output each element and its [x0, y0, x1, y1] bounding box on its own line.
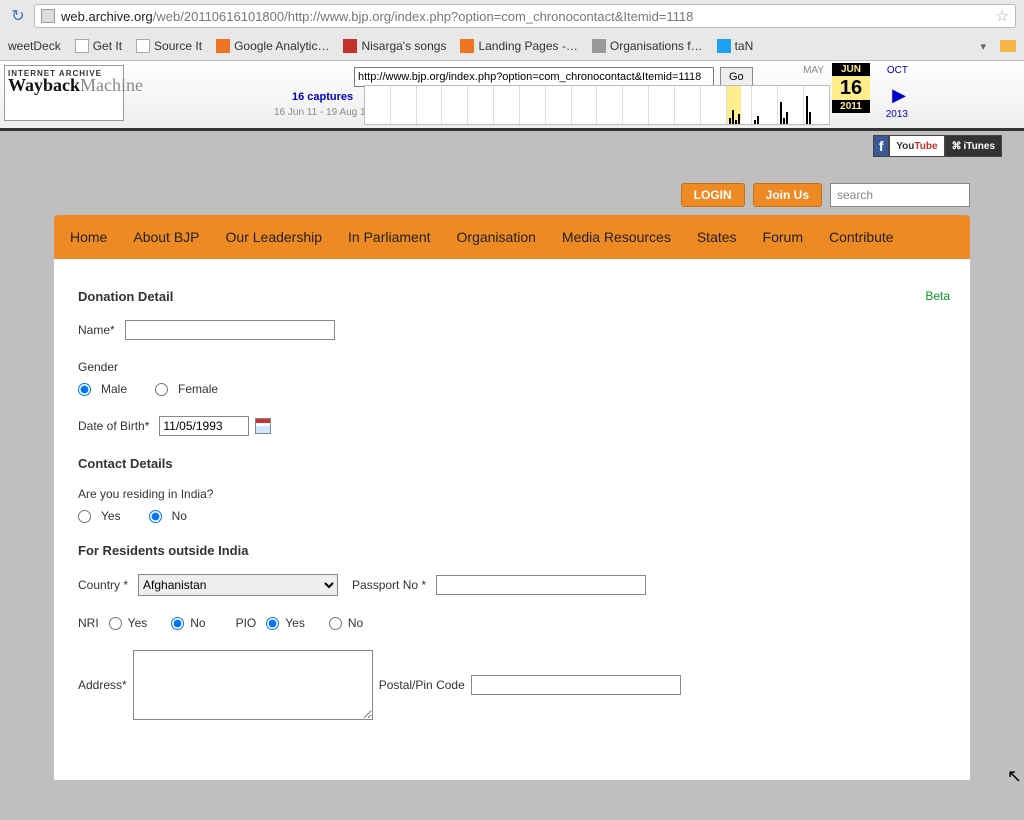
- male-label: Male: [101, 382, 127, 396]
- section-contact-details: Contact Details: [78, 456, 946, 471]
- calendar-icon[interactable]: [255, 418, 271, 434]
- beta-label: Beta: [925, 289, 950, 303]
- url-text: web.archive.org/web/20110616101800/http:…: [61, 9, 996, 24]
- residing-no-label: No: [172, 509, 187, 523]
- itunes-badge[interactable]: ⌘iTunes: [945, 135, 1002, 157]
- youtube-icon: [343, 39, 357, 53]
- nav-media[interactable]: Media Resources: [562, 229, 671, 245]
- landing-icon: [460, 39, 474, 53]
- bookmark-landing[interactable]: Landing Pages -…: [460, 39, 577, 53]
- gender-male-radio[interactable]: [78, 383, 91, 396]
- reload-button[interactable]: ↻: [8, 6, 28, 26]
- join-us-button[interactable]: Join Us: [753, 183, 822, 207]
- bookmarks-overflow-icon[interactable]: ▾: [980, 40, 986, 53]
- login-button[interactable]: LOGIN: [681, 183, 745, 207]
- doc-icon: [136, 39, 150, 53]
- passport-label: Passport No *: [352, 578, 426, 592]
- bookmark-tan[interactable]: taN: [717, 39, 754, 53]
- pio-yes-label: Yes: [285, 616, 305, 630]
- wayback-next-arrow-icon[interactable]: ▶: [892, 85, 906, 106]
- nav-contribute[interactable]: Contribute: [829, 229, 894, 245]
- wayback-url-input[interactable]: [354, 67, 714, 87]
- wayback-timeline[interactable]: [364, 85, 830, 125]
- residing-yes-radio[interactable]: [78, 510, 91, 523]
- youtube-badge[interactable]: YouTube: [889, 135, 944, 157]
- country-label: Country *: [78, 578, 128, 592]
- nav-about[interactable]: About BJP: [133, 229, 199, 245]
- residing-yes-label: Yes: [101, 509, 121, 523]
- bookmark-getit[interactable]: Get It: [75, 39, 122, 53]
- twitter-icon: [717, 39, 731, 53]
- residing-label: Are you residing in India?: [78, 487, 213, 501]
- postal-label: Postal/Pin Code: [379, 678, 465, 692]
- org-icon: [592, 39, 606, 53]
- wayback-next-year[interactable]: 2013: [886, 109, 908, 120]
- analytics-icon: [216, 39, 230, 53]
- nav-home[interactable]: Home: [70, 229, 107, 245]
- nri-no-label: No: [190, 616, 205, 630]
- bookmark-sourceit[interactable]: Source It: [136, 39, 202, 53]
- page-icon: [41, 9, 55, 23]
- residing-no-radio[interactable]: [149, 510, 162, 523]
- nri-label: NRI: [78, 616, 99, 630]
- dob-label: Date of Birth*: [78, 419, 149, 433]
- name-label: Name*: [78, 323, 115, 337]
- main-nav: Home About BJP Our Leadership In Parliam…: [54, 215, 970, 259]
- nri-no-radio[interactable]: [171, 617, 184, 630]
- gender-label: Gender: [78, 360, 118, 374]
- address-textarea[interactable]: [133, 650, 373, 720]
- facebook-badge[interactable]: f: [873, 135, 889, 157]
- wayback-next-month[interactable]: OCT: [887, 65, 908, 76]
- pio-yes-radio[interactable]: [266, 617, 279, 630]
- social-badges: f YouTube ⌘iTunes: [873, 135, 1002, 157]
- wayback-date-range: 16 Jun 11 - 19 Aug 14: [274, 107, 371, 118]
- postal-input[interactable]: [471, 675, 681, 695]
- top-actions: LOGIN Join Us: [54, 165, 970, 215]
- wayback-current-date: JUN 16 2011: [832, 63, 870, 113]
- bookmark-songs[interactable]: Nisarga's songs: [343, 39, 446, 53]
- bookmark-tweetdeck[interactable]: weetDeck: [8, 39, 61, 53]
- bookmark-analytics[interactable]: Google Analytic…: [216, 39, 329, 53]
- bookmarks-bar: weetDeck Get It Source It Google Analyti…: [0, 32, 1024, 60]
- bookmark-star-icon[interactable]: ☆: [996, 7, 1009, 25]
- wayback-captures-link[interactable]: 16 captures: [292, 91, 353, 103]
- name-input[interactable]: [125, 320, 335, 340]
- wayback-toolbar: INTERNET ARCHIVE WaybackMachine Go 16 ca…: [0, 61, 1024, 131]
- female-label: Female: [178, 382, 218, 396]
- passport-input[interactable]: [436, 575, 646, 595]
- nri-yes-label: Yes: [128, 616, 148, 630]
- country-select[interactable]: Afghanistan: [138, 574, 338, 596]
- url-bar[interactable]: web.archive.org/web/20110616101800/http:…: [34, 4, 1016, 28]
- section-donation-detail: Donation Detail: [78, 289, 946, 304]
- gender-female-radio[interactable]: [155, 383, 168, 396]
- page-content: Beta Donation Detail Name* Gender Male F…: [54, 259, 970, 780]
- wayback-go-button[interactable]: Go: [720, 67, 753, 87]
- doc-icon: [75, 39, 89, 53]
- site-search-input[interactable]: [830, 183, 970, 207]
- dob-input[interactable]: [159, 416, 249, 436]
- nav-states[interactable]: States: [697, 229, 737, 245]
- nav-parliament[interactable]: In Parliament: [348, 229, 430, 245]
- pio-no-label: No: [348, 616, 363, 630]
- nav-organisation[interactable]: Organisation: [457, 229, 536, 245]
- browser-chrome: ↻ web.archive.org/web/20110616101800/htt…: [0, 0, 1024, 61]
- site-header-strip: f YouTube ⌘iTunes: [0, 131, 1024, 165]
- nav-forum[interactable]: Forum: [763, 229, 803, 245]
- bookmarks-folder-icon[interactable]: [1000, 40, 1016, 52]
- section-outside-india: For Residents outside India: [78, 543, 946, 558]
- pio-no-radio[interactable]: [329, 617, 342, 630]
- wayback-logo[interactable]: INTERNET ARCHIVE WaybackMachine: [4, 65, 124, 121]
- nri-yes-radio[interactable]: [109, 617, 122, 630]
- pio-label: PIO: [236, 616, 257, 630]
- address-label: Address*: [78, 678, 127, 692]
- nav-leadership[interactable]: Our Leadership: [226, 229, 323, 245]
- bookmark-orgs[interactable]: Organisations f…: [592, 39, 703, 53]
- wayback-prev-month: MAY: [803, 65, 824, 76]
